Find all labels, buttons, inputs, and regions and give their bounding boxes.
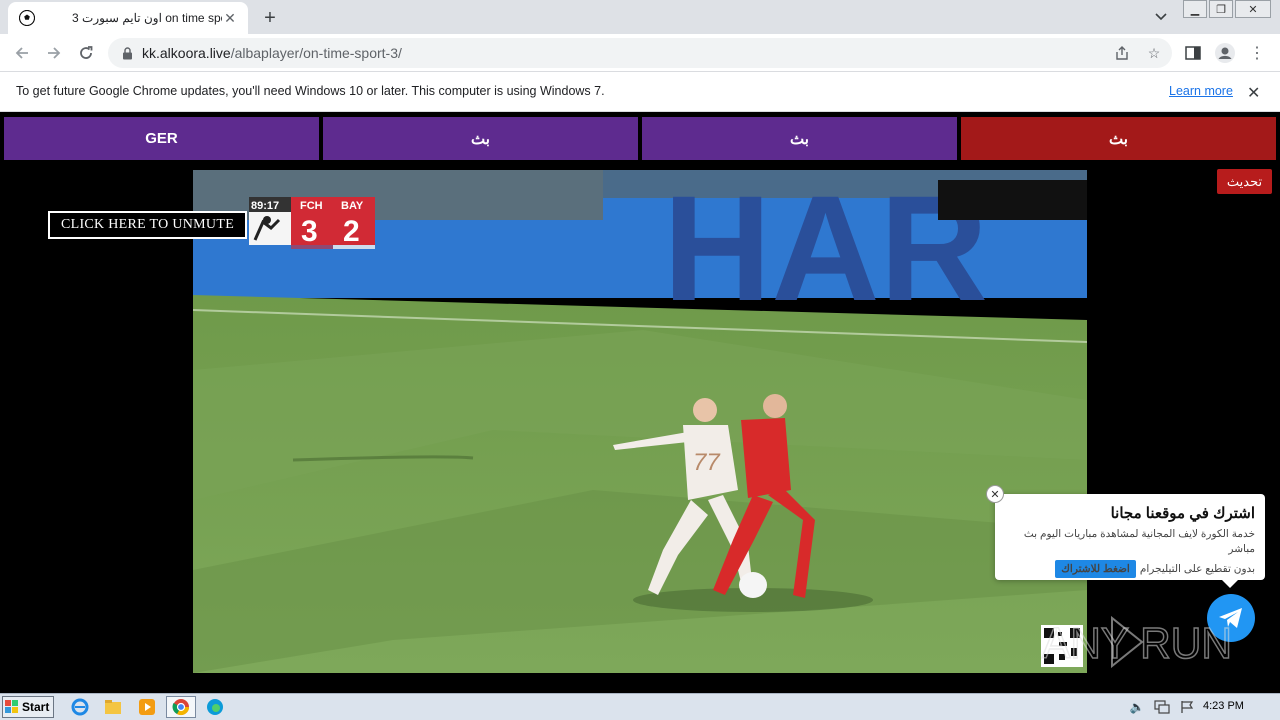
reload-icon[interactable]: [74, 41, 98, 65]
video-player[interactable]: HAR 77 89:17 FCH BAY 3 2: [193, 170, 1087, 673]
home-score: 3: [301, 215, 318, 248]
scoreboard: 89:17 FCH BAY 3 2: [249, 197, 375, 249]
soccer-ball-icon: [18, 9, 36, 27]
chrome-taskbar-icon[interactable]: [166, 696, 196, 718]
server-button-ger[interactable]: GER: [4, 117, 319, 160]
windows-taskbar: Start 🔈 4:23 PM: [0, 693, 1280, 720]
volume-icon[interactable]: 🔈: [1128, 699, 1146, 715]
url-text: kk.alkoora.live/albaplayer/on-time-sport…: [142, 45, 402, 61]
server-button-2[interactable]: بث: [323, 117, 638, 160]
away-team: BAY: [341, 200, 364, 212]
subscribe-button[interactable]: اضغط للاشتراك: [1055, 560, 1136, 578]
bookmark-star-icon[interactable]: ☆: [1145, 44, 1163, 62]
refresh-button[interactable]: تحديث: [1217, 169, 1272, 194]
popup-row-text: بدون تقطيع على التيليجرام: [1139, 563, 1255, 575]
scoreboard-time: 89:17: [251, 200, 279, 212]
share-icon[interactable]: [1113, 44, 1131, 62]
windows-logo-icon: [5, 700, 19, 714]
tab-search-chevron-icon[interactable]: [1150, 6, 1172, 28]
explorer-folder-icon[interactable]: [99, 696, 127, 718]
new-tab-button[interactable]: +: [258, 6, 282, 30]
chrome-titlebar: اون تايم سبورت 3 on time sport ✕ + ▁ ❐ ✕: [0, 0, 1280, 34]
profile-avatar-icon[interactable]: [1213, 41, 1237, 65]
telegram-subscribe-popup: اشترك في موقعنا مجانا خدمة الكورة لايف ا…: [995, 494, 1265, 580]
restore-button[interactable]: ❐: [1209, 0, 1233, 18]
tab-close-icon[interactable]: ✕: [222, 10, 238, 26]
window-close-button[interactable]: ✕: [1235, 0, 1271, 18]
screen: اون تايم سبورت 3 on time sport ✕ + ▁ ❐ ✕…: [0, 0, 1280, 720]
video-frame: HAR 77 89:17 FCH BAY 3 2: [193, 170, 1087, 673]
popup-tail: [1222, 580, 1238, 588]
start-button[interactable]: Start: [2, 696, 54, 718]
infobar-close-icon[interactable]: ✕: [1247, 83, 1260, 103]
back-arrow-icon[interactable]: [10, 41, 34, 65]
update-infobar: To get future Google Chrome updates, you…: [0, 72, 1280, 112]
learn-more-link[interactable]: Learn more: [1169, 84, 1233, 98]
url-host: kk.alkoora.live: [142, 45, 231, 61]
chrome-toolbar: kk.alkoora.live/albaplayer/on-time-sport…: [0, 34, 1280, 72]
popup-close-icon[interactable]: ✕: [986, 485, 1004, 503]
away-score: 2: [343, 215, 360, 248]
popup-body: خدمة الكورة لايف المجانية لمشاهدة مباريا…: [1023, 528, 1255, 555]
network-icon[interactable]: [1153, 699, 1171, 715]
web-page: GER بث بث بث تحديث HAR 77 89:17 FCH BAY …: [0, 113, 1280, 693]
address-bar[interactable]: kk.alkoora.live/albaplayer/on-time-sport…: [108, 38, 1172, 68]
lock-icon[interactable]: [120, 46, 134, 60]
infobar-message: To get future Google Chrome updates, you…: [16, 84, 605, 98]
tab-title: اون تايم سبورت 3 on time sport: [72, 11, 222, 25]
home-team: FCH: [300, 200, 323, 212]
menu-kebab-icon[interactable]: ⋮: [1245, 41, 1269, 65]
server-button-3[interactable]: بث: [642, 117, 957, 160]
unmute-button[interactable]: CLICK HERE TO UNMUTE: [48, 211, 247, 239]
start-label: Start: [22, 700, 50, 714]
server-button-4[interactable]: بث: [961, 117, 1276, 160]
minimize-button[interactable]: ▁: [1183, 0, 1207, 18]
url-path: /albaplayer/on-time-sport-3/: [230, 45, 402, 61]
browser-tab[interactable]: اون تايم سبورت 3 on time sport ✕: [8, 2, 248, 34]
edge-icon[interactable]: [201, 696, 229, 718]
watermark-text: ANY RUN: [1042, 619, 1232, 668]
popup-title: اشترك في موقعنا مجانا: [1110, 505, 1255, 522]
popup-row: بدون تقطيع على التيليجرام اضغط للاشتراك: [1005, 560, 1255, 578]
action-center-flag-icon[interactable]: [1178, 699, 1196, 715]
taskbar-clock: 4:23 PM: [1203, 700, 1244, 712]
anyrun-watermark: ANY RUN: [1041, 615, 1233, 669]
ie-icon[interactable]: [66, 696, 94, 718]
side-panel-icon[interactable]: [1181, 41, 1205, 65]
forward-arrow-icon[interactable]: [42, 41, 66, 65]
media-player-icon[interactable]: [133, 696, 161, 718]
player-jersey-number: 77: [693, 449, 721, 476]
